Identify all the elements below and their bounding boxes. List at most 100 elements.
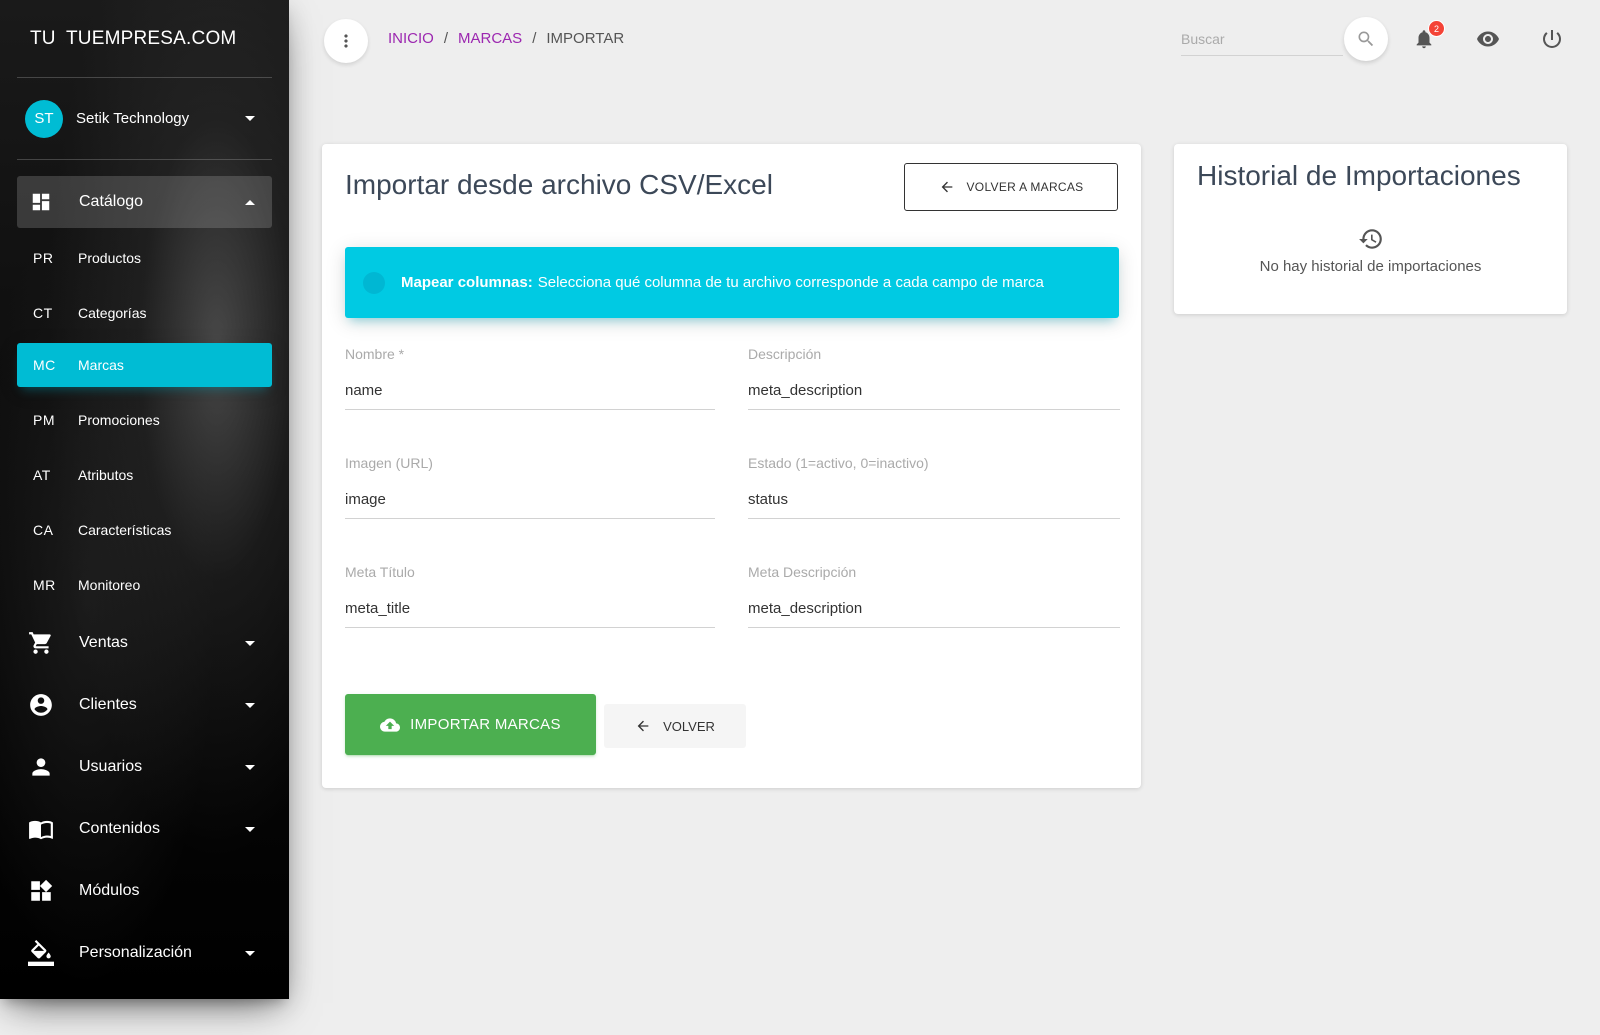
chevron-down-icon <box>245 826 255 832</box>
sidebar-item-abbr: PM <box>33 412 55 428</box>
sidebar: TU TUEMPRESA.COM ST Setik Technology Cat… <box>0 0 289 999</box>
sidebar-item-label: Categorías <box>78 305 147 321</box>
sidebar-toggle-button[interactable] <box>324 19 368 63</box>
sidebar-item-label: Catálogo <box>79 193 144 210</box>
import-card: Importar desde archivo CSV/Excel VOLVER … <box>322 144 1141 788</box>
logo-full: TUEMPRESA.COM <box>66 28 237 49</box>
sidebar-item-label: Clientes <box>79 696 137 713</box>
breadcrumb-marcas[interactable]: MARCAS <box>458 30 522 47</box>
button-label: IMPORTAR MARCAS <box>410 716 561 733</box>
field-label: Estado (1=activo, 0=inactivo) <box>748 455 929 471</box>
breadcrumb-inicio[interactable]: INICIO <box>388 30 434 47</box>
field-value[interactable]: image <box>345 491 715 519</box>
search-icon <box>1358 31 1374 47</box>
info-alert: Mapear columnas: Selecciona qué columna … <box>345 247 1119 318</box>
view-store-button[interactable] <box>1473 24 1503 54</box>
sidebar-item-marcas[interactable]: MC Marcas <box>17 343 272 387</box>
field-value[interactable]: name <box>345 382 715 410</box>
arrow-back-icon <box>637 720 649 732</box>
sidebar-item-categorias[interactable]: CT Categorías <box>17 287 272 339</box>
field-label: Meta Título <box>345 564 415 580</box>
widgets-icon <box>21 878 61 904</box>
field-value[interactable]: status <box>748 491 1120 519</box>
sidebar-item-clientes[interactable]: Clientes <box>17 676 272 734</box>
button-label: VOLVER <box>663 718 715 734</box>
breadcrumb-separator: / <box>443 30 449 47</box>
book-icon <box>21 816 61 842</box>
import-brands-button[interactable]: IMPORTAR MARCAS <box>345 694 596 755</box>
sidebar-item-label: Productos <box>78 250 142 266</box>
notifications-button[interactable]: 2 <box>1409 20 1445 54</box>
sidebar-item-label: Módulos <box>79 882 140 899</box>
search-input[interactable] <box>1181 22 1343 56</box>
sidebar-item-usuarios[interactable]: Usuarios <box>17 738 272 796</box>
sidebar-item-promociones[interactable]: PM Promociones <box>17 394 272 446</box>
history-icon <box>1358 226 1384 257</box>
account-circle-icon <box>21 692 61 718</box>
avatar: ST <box>25 99 63 138</box>
sidebar-nav: Catálogo PR Productos CT Categorías MC M… <box>17 176 272 986</box>
breadcrumb: INICIO / MARCAS / IMPORTAR <box>388 30 624 47</box>
sidebar-item-ventas[interactable]: Ventas <box>17 614 272 672</box>
dashboard-icon <box>21 191 61 213</box>
field-meta-titulo[interactable]: Meta Título meta_title <box>345 564 715 628</box>
field-meta-descripcion[interactable]: Meta Descripción meta_description <box>748 564 1120 628</box>
field-estado[interactable]: Estado (1=activo, 0=inactivo) status <box>748 455 1120 519</box>
sidebar-item-label: Atributos <box>78 467 134 483</box>
field-value[interactable]: meta_title <box>345 600 715 628</box>
sidebar-item-caracteristicas[interactable]: CA Características <box>17 504 272 556</box>
sidebar-item-label: Contenidos <box>79 820 160 837</box>
sidebar-item-label: Promociones <box>78 412 160 428</box>
sidebar-item-abbr: CA <box>33 522 54 538</box>
button-label: VOLVER A MARCAS <box>966 180 1084 194</box>
sidebar-item-monitoreo[interactable]: MR Monitoreo <box>17 559 272 611</box>
history-title: Historial de Importaciones <box>1197 160 1521 191</box>
field-label: Meta Descripción <box>748 564 857 580</box>
sidebar-item-personalizacion[interactable]: Personalización <box>17 924 272 982</box>
breadcrumb-current: IMPORTAR <box>546 30 625 47</box>
field-nombre[interactable]: Nombre * name <box>345 346 715 410</box>
card-title: Importar desde archivo CSV/Excel <box>345 169 773 200</box>
sidebar-item-catalogo[interactable]: Catálogo <box>17 176 272 228</box>
sidebar-item-contenidos[interactable]: Contenidos <box>17 800 272 858</box>
user-menu[interactable]: ST Setik Technology <box>17 78 272 160</box>
logo[interactable]: TU TUEMPRESA.COM <box>17 22 272 78</box>
field-value[interactable]: meta_description <box>748 382 1120 410</box>
power-icon <box>1543 30 1561 48</box>
sidebar-item-label: Usuarios <box>79 758 143 775</box>
history-card: Historial de Importaciones No hay histor… <box>1174 144 1567 314</box>
logo-mini: TU <box>30 28 56 49</box>
top-navbar: INICIO / MARCAS / IMPORTAR 2 <box>289 0 1600 80</box>
sidebar-item-label: Características <box>78 522 172 538</box>
chevron-down-icon <box>245 116 255 121</box>
search-button[interactable] <box>1344 17 1388 61</box>
sidebar-item-productos[interactable]: PR Productos <box>17 232 272 284</box>
chevron-down-icon <box>245 764 255 770</box>
alert-strong: Mapear columnas: <box>401 274 533 291</box>
sidebar-item-atributos[interactable]: AT Atributos <box>17 449 272 501</box>
sidebar-item-modulos[interactable]: Módulos <box>17 862 272 920</box>
back-button[interactable]: VOLVER <box>604 704 746 748</box>
more-vert-icon <box>344 34 348 48</box>
logout-button[interactable] <box>1537 24 1567 54</box>
sidebar-item-abbr: CT <box>33 305 53 321</box>
sidebar-item-abbr: AT <box>33 467 51 483</box>
back-to-brands-button[interactable]: VOLVER A MARCAS <box>904 163 1118 211</box>
field-descripcion[interactable]: Descripción meta_description <box>748 346 1120 410</box>
field-imagen[interactable]: Imagen (URL) image <box>345 455 715 519</box>
field-label: Nombre * <box>345 346 405 362</box>
cloud-upload-icon <box>380 717 401 732</box>
field-value[interactable]: meta_description <box>748 600 1120 628</box>
paint-bucket-icon <box>21 940 61 966</box>
sidebar-item-label: Personalización <box>79 944 192 961</box>
sidebar-item-label: Monitoreo <box>78 577 141 593</box>
sidebar-item-abbr: MC <box>33 357 56 373</box>
user-name: Setik Technology <box>76 110 190 127</box>
field-label: Descripción <box>748 346 822 362</box>
field-label: Imagen (URL) <box>345 455 433 471</box>
sidebar-item-abbr: PR <box>33 250 54 266</box>
chevron-up-icon <box>245 199 255 205</box>
arrow-back-icon <box>941 181 952 193</box>
sidebar-item-abbr: MR <box>33 577 56 593</box>
notification-badge: 2 <box>1428 20 1445 37</box>
